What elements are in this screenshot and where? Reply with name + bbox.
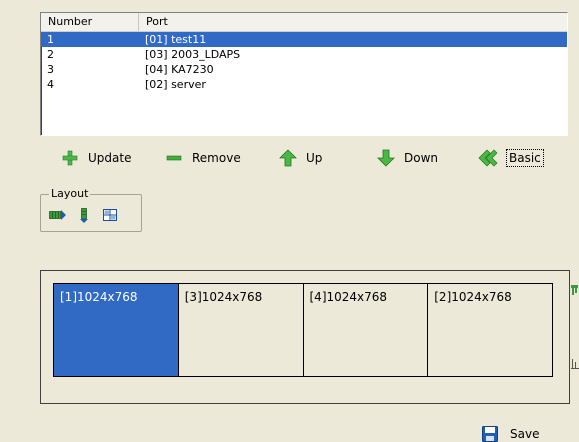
layout-preview: [1]1024x768 [3]1024x768 [4]1024x768 [2]1…	[40, 270, 570, 404]
layout-group: Layout	[40, 187, 142, 232]
minus-icon	[164, 148, 184, 168]
row-port: [01] test11	[145, 33, 207, 46]
plus-icon	[60, 148, 80, 168]
up-label: Up	[306, 151, 323, 165]
column-header-number[interactable]: Number	[41, 13, 139, 31]
row-number: 4	[47, 78, 54, 91]
basic-label: Basic	[506, 149, 544, 167]
up-button[interactable]: Up	[278, 148, 322, 168]
row-port: [04] KA7230	[145, 63, 214, 76]
down-button[interactable]: Down	[376, 148, 438, 168]
list-row[interactable]: 2 [03] 2003_LDAPS	[41, 47, 567, 62]
screen-tile[interactable]: [4]1024x768	[303, 284, 429, 376]
toolbar: Update Remove Up Down Basic	[56, 148, 566, 168]
row-number: 3	[47, 63, 54, 76]
row-number: 2	[47, 48, 54, 61]
port-list[interactable]: Number Port 1 [01] test11 2 [03] 2003_LD…	[40, 12, 568, 136]
save-button[interactable]: Save	[482, 426, 539, 442]
vertical-layout-icon[interactable]	[75, 207, 93, 223]
update-button[interactable]: Update	[60, 148, 131, 168]
arrow-up-icon	[278, 148, 298, 168]
row-number: 1	[47, 33, 54, 46]
layout-legend: Layout	[49, 187, 91, 201]
list-row[interactable]: 4 [02] server	[41, 77, 567, 92]
screen-tile[interactable]: [2]1024x768	[428, 284, 552, 376]
remove-label: Remove	[192, 151, 241, 165]
edge-mark-top	[570, 284, 579, 299]
double-chevron-left-icon	[478, 148, 498, 168]
down-label: Down	[404, 151, 439, 165]
horizontal-layout-icon[interactable]	[49, 207, 67, 223]
basic-button[interactable]: Basic	[478, 148, 544, 168]
row-port: [03] 2003_LDAPS	[145, 48, 241, 61]
screen-tile[interactable]: [3]1024x768	[178, 284, 304, 376]
update-label: Update	[88, 151, 132, 165]
screen-tile[interactable]: [1]1024x768	[54, 284, 179, 376]
save-icon	[482, 426, 498, 442]
edge-mark-bottom	[570, 358, 579, 373]
remove-button[interactable]: Remove	[164, 148, 241, 168]
list-row[interactable]: 1 [01] test11	[41, 32, 567, 47]
list-row[interactable]: 3 [04] KA7230	[41, 62, 567, 77]
column-header-port[interactable]: Port	[139, 13, 567, 31]
list-header: Number Port	[41, 13, 567, 32]
grid-layout-icon[interactable]	[101, 207, 119, 223]
row-port: [02] server	[145, 78, 206, 91]
arrow-down-icon	[376, 148, 396, 168]
layout-icons	[49, 207, 119, 223]
screen-row: [1]1024x768 [3]1024x768 [4]1024x768 [2]1…	[53, 283, 553, 377]
